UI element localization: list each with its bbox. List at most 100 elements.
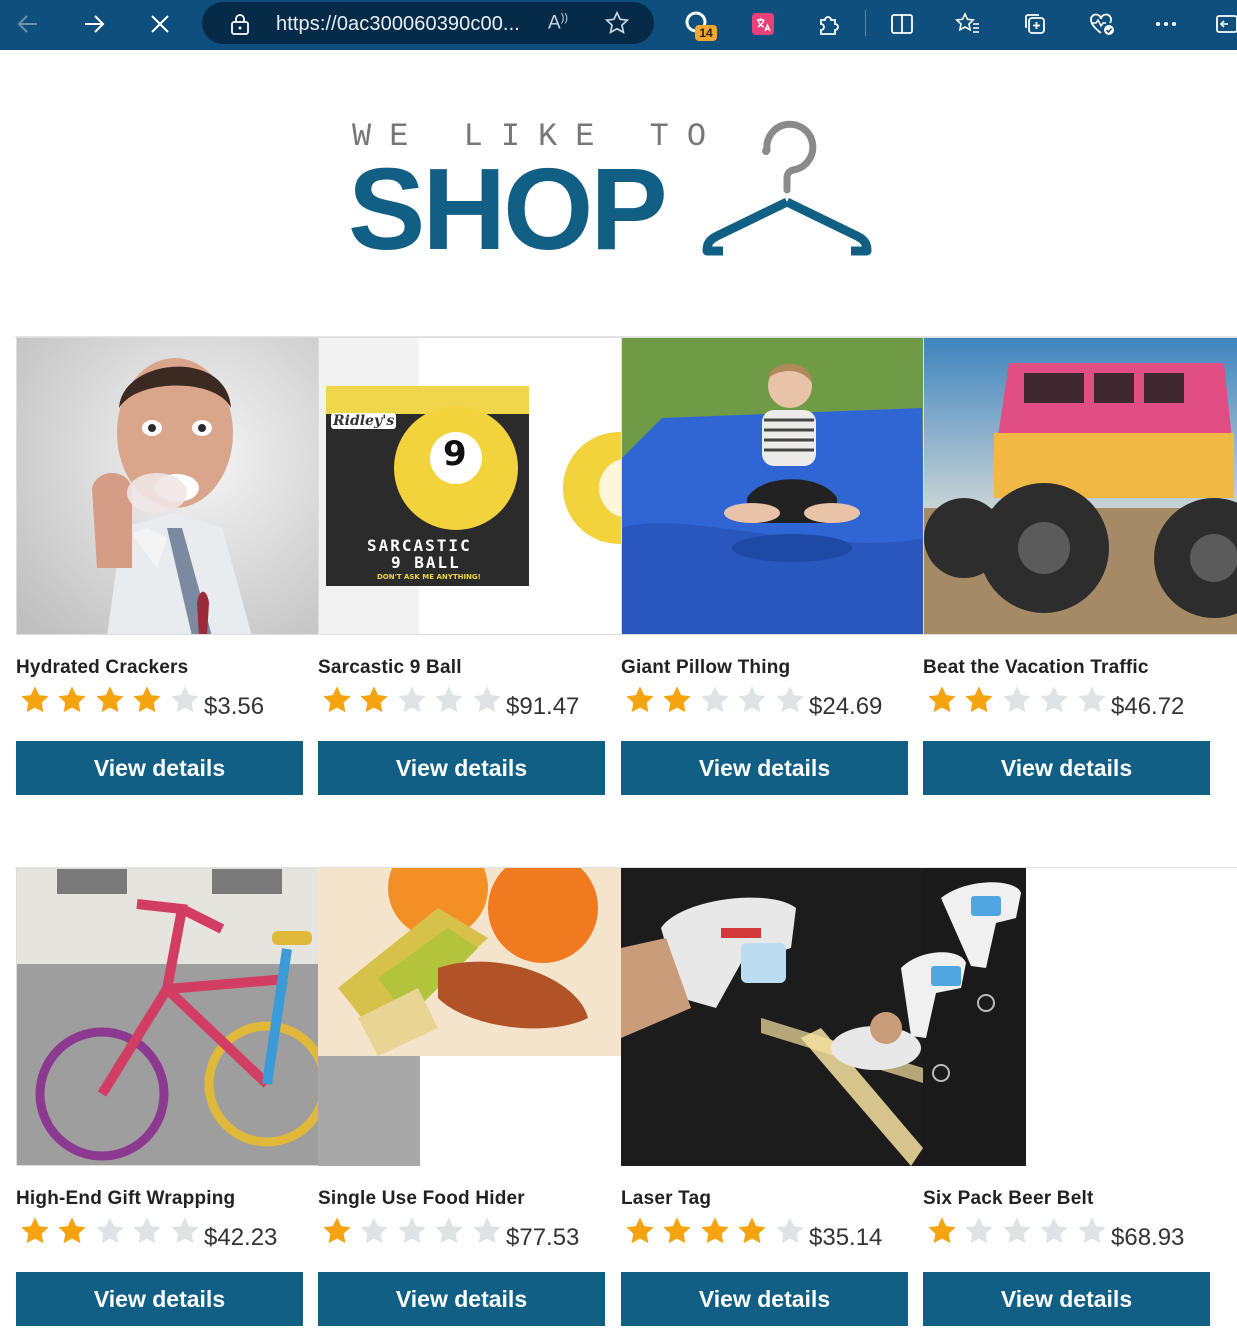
view-details-button[interactable]: View details bbox=[621, 1272, 908, 1326]
product-price: $77.53 bbox=[506, 1224, 580, 1251]
star-empty-icon bbox=[468, 1214, 506, 1248]
product-image[interactable] bbox=[621, 868, 1026, 1166]
site-logo[interactable]: WE LIKE TO SHOP bbox=[348, 114, 888, 274]
star-filled-icon bbox=[659, 1214, 697, 1248]
collections-button[interactable] bbox=[1015, 5, 1055, 43]
product-name[interactable]: Single Use Food Hider bbox=[318, 1188, 525, 1210]
product-image[interactable] bbox=[318, 868, 621, 1166]
star-rating bbox=[621, 683, 809, 717]
star-empty-icon bbox=[393, 1214, 431, 1248]
star-empty-icon bbox=[431, 1214, 469, 1248]
star-empty-icon bbox=[166, 683, 204, 717]
address-bar[interactable]: https://0ac300060390c00... A)) bbox=[202, 2, 654, 44]
favorites-button[interactable] bbox=[948, 5, 988, 43]
product-name[interactable]: High-End Gift Wrapping bbox=[16, 1188, 235, 1210]
star-empty-icon bbox=[468, 683, 506, 717]
product-name[interactable]: Sarcastic 9 Ball bbox=[318, 657, 462, 679]
star-filled-icon bbox=[318, 683, 356, 717]
back-button[interactable] bbox=[8, 5, 48, 43]
star-empty-icon bbox=[1036, 1214, 1074, 1248]
star-filled-icon bbox=[129, 683, 167, 717]
product-name[interactable]: Beat the Vacation Traffic bbox=[923, 657, 1149, 679]
view-details-button[interactable]: View details bbox=[923, 1272, 1210, 1326]
view-details-button[interactable]: View details bbox=[318, 741, 605, 795]
star-empty-icon bbox=[393, 683, 431, 717]
view-details-button[interactable]: View details bbox=[318, 1272, 605, 1326]
ball-number: 9 bbox=[443, 434, 467, 474]
product-price: $46.72 bbox=[1111, 693, 1185, 720]
product-name[interactable]: Six Pack Beer Belt bbox=[923, 1188, 1093, 1210]
translate-button[interactable] bbox=[743, 5, 783, 43]
product-price: $3.56 bbox=[204, 693, 265, 720]
star-rating bbox=[621, 1214, 809, 1248]
star-empty-icon bbox=[998, 683, 1036, 717]
forward-button[interactable] bbox=[74, 5, 114, 43]
product-image[interactable] bbox=[923, 337, 1237, 635]
stop-button[interactable] bbox=[140, 5, 180, 43]
split-screen-icon bbox=[891, 14, 913, 34]
star-empty-icon bbox=[734, 683, 772, 717]
star-empty-icon bbox=[129, 1214, 167, 1248]
star-icon[interactable] bbox=[604, 10, 630, 36]
star-rating bbox=[923, 683, 1111, 717]
product-name[interactable]: Laser Tag bbox=[621, 1188, 711, 1210]
star-rating bbox=[16, 1214, 204, 1248]
star-empty-icon bbox=[961, 1214, 999, 1248]
translate-icon bbox=[752, 13, 774, 35]
star-filled-icon bbox=[923, 1214, 961, 1248]
extensions-button[interactable] bbox=[809, 5, 849, 43]
star-empty-icon bbox=[1073, 1214, 1111, 1248]
star-filled-icon bbox=[54, 1214, 92, 1248]
view-details-button[interactable]: View details bbox=[923, 741, 1210, 795]
product-price: $24.69 bbox=[809, 693, 883, 720]
more-menu-button[interactable] bbox=[1146, 5, 1186, 43]
favorites-list-icon bbox=[955, 12, 979, 33]
star-rating bbox=[923, 1214, 1111, 1248]
split-screen-button[interactable] bbox=[882, 5, 922, 43]
toolbar-separator bbox=[865, 10, 866, 36]
logo-wordmark: SHOP bbox=[348, 144, 668, 274]
product-price: $35.14 bbox=[809, 1224, 883, 1251]
puzzle-icon bbox=[820, 16, 839, 35]
star-empty-icon bbox=[1036, 683, 1074, 717]
product-name[interactable]: Giant Pillow Thing bbox=[621, 657, 790, 679]
close-icon bbox=[151, 15, 169, 33]
star-empty-icon bbox=[771, 683, 809, 717]
lock-icon bbox=[231, 14, 249, 35]
star-rating bbox=[318, 1214, 506, 1248]
sidebar-button[interactable] bbox=[1206, 5, 1237, 43]
product-image[interactable] bbox=[16, 337, 319, 635]
star-rating bbox=[16, 683, 204, 717]
star-filled-icon bbox=[621, 683, 659, 717]
box-title-line2: 9 BALL bbox=[391, 553, 461, 572]
url-text: https://0ac300060390c00... bbox=[276, 13, 520, 35]
star-filled-icon bbox=[961, 683, 999, 717]
view-details-button[interactable]: View details bbox=[16, 741, 303, 795]
arrow-right-icon bbox=[85, 15, 105, 33]
star-empty-icon bbox=[356, 1214, 394, 1248]
star-filled-icon bbox=[91, 683, 129, 717]
star-empty-icon bbox=[166, 1214, 204, 1248]
star-rating bbox=[318, 683, 506, 717]
product-image[interactable]: Ridley's 9 SARCASTIC 9 BALL DON'T ASK ME… bbox=[318, 337, 621, 635]
star-filled-icon bbox=[659, 683, 697, 717]
star-empty-icon bbox=[431, 683, 469, 717]
product-name[interactable]: Hydrated Crackers bbox=[16, 657, 188, 679]
star-filled-icon bbox=[696, 1214, 734, 1248]
view-details-button[interactable]: View details bbox=[16, 1272, 303, 1326]
read-aloud-icon[interactable]: A)) bbox=[548, 12, 568, 34]
star-filled-icon bbox=[923, 683, 961, 717]
product-image[interactable] bbox=[621, 337, 924, 635]
star-empty-icon bbox=[696, 683, 734, 717]
star-empty-icon bbox=[1073, 683, 1111, 717]
sidebar-icon bbox=[1216, 15, 1237, 33]
browser-toolbar: https://0ac300060390c00... A)) 14 bbox=[0, 0, 1237, 50]
star-filled-icon bbox=[734, 1214, 772, 1248]
health-button[interactable] bbox=[1082, 5, 1122, 43]
star-filled-icon bbox=[16, 1214, 54, 1248]
product-image[interactable] bbox=[16, 868, 319, 1166]
view-details-button[interactable]: View details bbox=[621, 741, 908, 795]
star-filled-icon bbox=[318, 1214, 356, 1248]
star-filled-icon bbox=[16, 683, 54, 717]
star-filled-icon bbox=[356, 683, 394, 717]
